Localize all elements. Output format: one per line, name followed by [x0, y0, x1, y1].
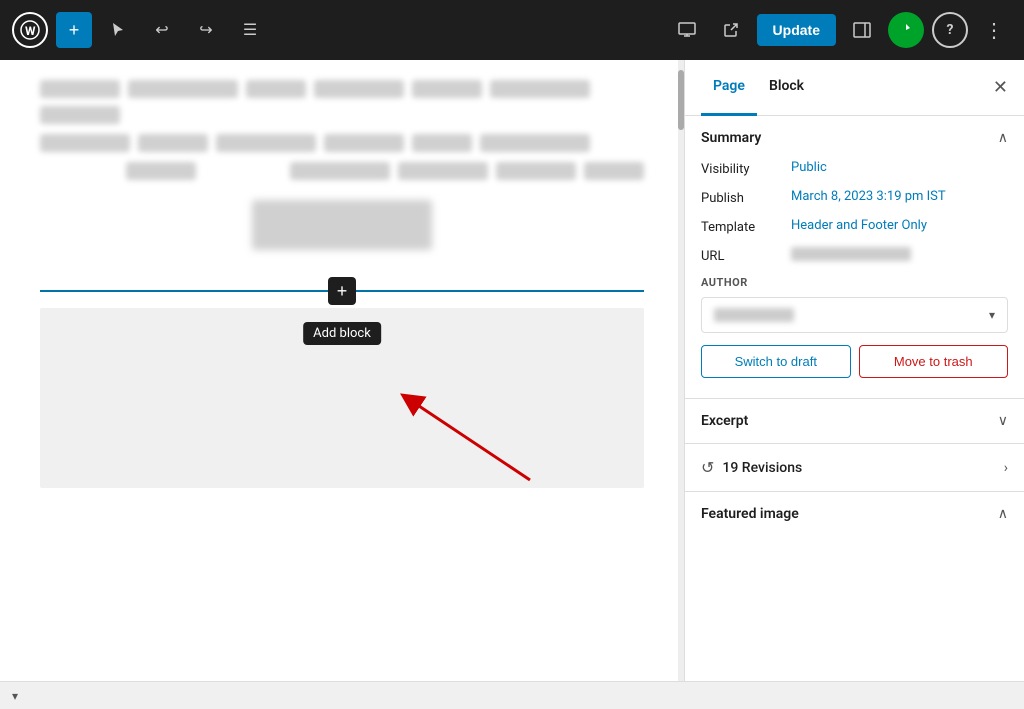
featured-image-section: Featured image ∧: [685, 492, 1024, 536]
svg-text:W: W: [25, 24, 36, 38]
publish-value[interactable]: March 8, 2023 3:19 pm IST: [791, 189, 946, 204]
summary-section: Summary ∧ Visibility Public Publish Marc…: [685, 116, 1024, 399]
url-label: URL: [701, 247, 791, 264]
main-area: + Add block Page B: [0, 60, 1024, 681]
author-value-blurred: [714, 308, 794, 322]
template-row: Template Header and Footer Only: [701, 218, 1008, 235]
content-row-2: [40, 134, 644, 152]
add-block-toolbar-button[interactable]: +: [56, 12, 92, 48]
select-tool-button[interactable]: [100, 12, 136, 48]
preview-monitor-button[interactable]: [669, 12, 705, 48]
editor-content: + Add block: [0, 60, 684, 508]
undo-button[interactable]: ↩: [144, 12, 180, 48]
sidebar-toggle-button[interactable]: [844, 12, 880, 48]
add-block-line: + Add block: [40, 290, 644, 292]
summary-section-header[interactable]: Summary ∧: [685, 116, 1024, 160]
list-view-button[interactable]: ☰: [232, 12, 268, 48]
revisions-clock-icon: ↺: [701, 458, 714, 477]
excerpt-section: Excerpt ∨: [685, 399, 1024, 444]
url-value: [791, 247, 911, 261]
move-to-trash-button[interactable]: Move to trash: [859, 345, 1009, 378]
sidebar-panel: Page Block ✕ Summary ∧ Visibility Public…: [684, 60, 1024, 681]
tab-page[interactable]: Page: [701, 60, 757, 116]
bottom-bar-arrow-icon: ▾: [12, 689, 18, 703]
publish-row: Publish March 8, 2023 3:19 pm IST: [701, 189, 1008, 206]
featured-image-title: Featured image: [701, 506, 799, 522]
template-value[interactable]: Header and Footer Only: [791, 218, 927, 233]
excerpt-title: Excerpt: [701, 413, 748, 429]
toolbar: W + ↩ ↪ ☰ Update ? ⋮: [0, 0, 1024, 60]
url-row: URL: [701, 247, 1008, 264]
featured-image-chevron-icon: ∧: [998, 506, 1008, 522]
scrollbar[interactable]: [678, 60, 684, 681]
visibility-row: Visibility Public: [701, 160, 1008, 177]
revisions-section[interactable]: ↺ 19 Revisions ›: [685, 444, 1024, 492]
template-label: Template: [701, 218, 791, 235]
switch-to-draft-button[interactable]: Switch to draft: [701, 345, 851, 378]
visibility-label: Visibility: [701, 160, 791, 177]
add-block-button[interactable]: +: [328, 277, 356, 305]
help-icon[interactable]: ?: [932, 12, 968, 48]
publish-label: Publish: [701, 189, 791, 206]
summary-content: Visibility Public Publish March 8, 2023 …: [685, 160, 1024, 398]
editor-area: + Add block: [0, 60, 684, 681]
revisions-text: 19 Revisions: [722, 460, 802, 476]
update-button[interactable]: Update: [757, 14, 836, 46]
featured-image-header[interactable]: Featured image ∧: [685, 492, 1024, 536]
sidebar-close-button[interactable]: ✕: [993, 77, 1008, 98]
action-buttons: Switch to draft Move to trash: [701, 345, 1008, 378]
tab-block[interactable]: Block: [757, 60, 816, 116]
excerpt-section-header[interactable]: Excerpt ∨: [685, 399, 1024, 443]
revisions-chevron-icon: ›: [1004, 460, 1008, 476]
bottom-bar: ▾: [0, 681, 1024, 709]
performance-icon[interactable]: [888, 12, 924, 48]
more-options-button[interactable]: ⋮: [976, 12, 1012, 48]
author-select-box[interactable]: ▾: [701, 297, 1008, 333]
wp-logo-icon[interactable]: W: [12, 12, 48, 48]
scroll-thumb[interactable]: [678, 70, 684, 130]
author-label: AUTHOR: [701, 276, 1008, 289]
revisions-left: ↺ 19 Revisions: [701, 458, 802, 477]
summary-chevron-icon: ∧: [998, 130, 1008, 146]
visibility-value[interactable]: Public: [791, 160, 827, 175]
author-group: AUTHOR ▾: [701, 276, 1008, 333]
external-link-button[interactable]: [713, 12, 749, 48]
add-block-tooltip: Add block: [303, 322, 381, 345]
summary-title: Summary: [701, 130, 761, 146]
content-row-3: [40, 162, 644, 180]
excerpt-chevron-icon: ∨: [998, 413, 1008, 429]
content-row-1: [40, 80, 644, 124]
sidebar-header: Page Block ✕: [685, 60, 1024, 116]
redo-button[interactable]: ↪: [188, 12, 224, 48]
author-dropdown-icon: ▾: [989, 308, 995, 322]
